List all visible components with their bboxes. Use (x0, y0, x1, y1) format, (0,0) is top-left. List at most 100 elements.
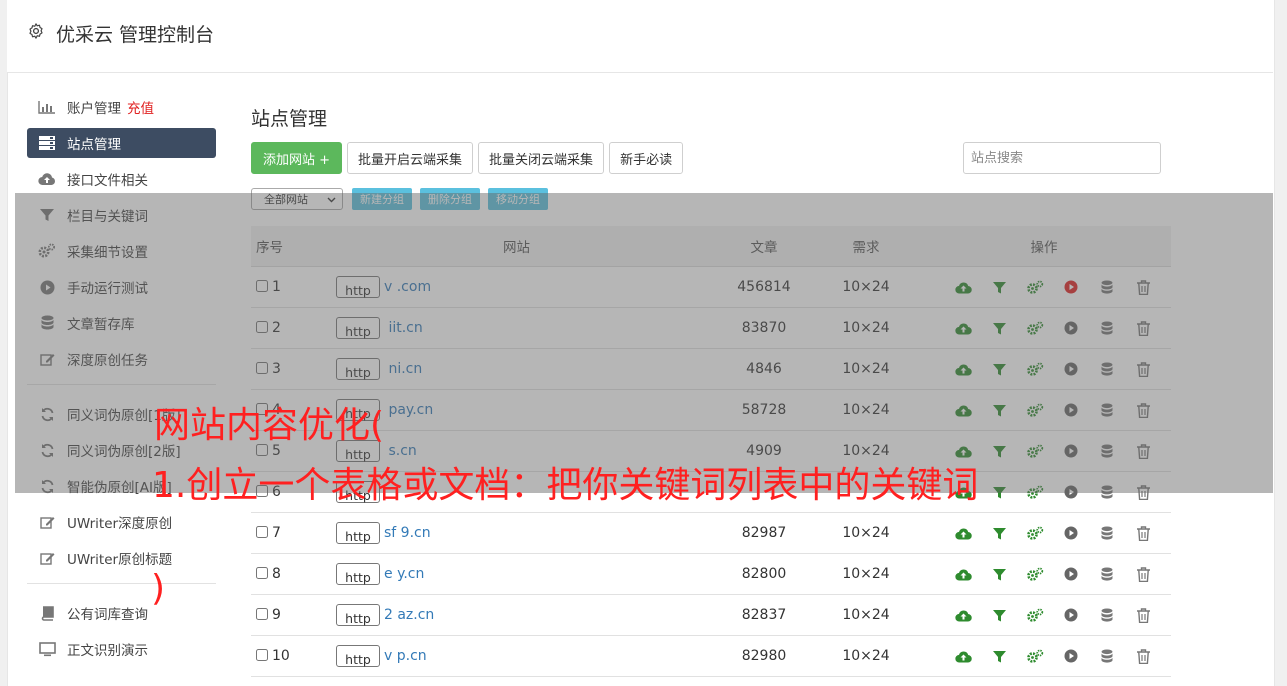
run-icon[interactable] (1062, 565, 1080, 583)
article-count[interactable]: 82987 (713, 512, 815, 554)
http-badge[interactable]: http (336, 645, 380, 667)
cogs-icon[interactable] (1026, 606, 1044, 624)
sidebar-item-collection-settings[interactable]: 采集细节设置 (27, 236, 216, 266)
row-checkbox[interactable] (256, 321, 268, 333)
sidebar-item-article-store[interactable]: 文章暂存库 (27, 308, 216, 338)
cloud-upload-icon[interactable] (954, 401, 972, 419)
cogs-icon[interactable] (1026, 483, 1044, 501)
http-badge[interactable]: http (336, 604, 380, 626)
demand-value[interactable]: 10×24 (815, 266, 917, 308)
cogs-icon[interactable] (1026, 401, 1044, 419)
http-badge[interactable]: http (336, 563, 380, 585)
database-icon[interactable] (1098, 401, 1116, 419)
trash-icon[interactable] (1134, 524, 1152, 542)
trash-icon[interactable] (1134, 442, 1152, 460)
sidebar-item-keywords[interactable]: 栏目与关键词 (27, 200, 216, 230)
database-icon[interactable] (1098, 565, 1116, 583)
cogs-icon[interactable] (1026, 647, 1044, 665)
filter-icon[interactable] (990, 401, 1008, 419)
trash-icon[interactable] (1134, 401, 1152, 419)
filter-icon[interactable] (990, 606, 1008, 624)
cogs-icon[interactable] (1026, 360, 1044, 378)
sidebar-item-deep-original[interactable]: 深度原创任务 (27, 344, 216, 374)
trash-icon[interactable] (1134, 565, 1152, 583)
database-icon[interactable] (1098, 319, 1116, 337)
cloud-upload-icon[interactable] (954, 319, 972, 337)
site-link[interactable]: ni.cn (384, 361, 422, 377)
group-select[interactable]: 全部网站 (251, 188, 343, 210)
site-link[interactable]: pay.cn (384, 402, 433, 418)
http-badge[interactable]: http (336, 317, 380, 339)
http-badge[interactable]: http (336, 358, 380, 380)
row-checkbox[interactable] (256, 526, 268, 538)
article-count[interactable]: 83870 (713, 307, 815, 349)
article-count[interactable]: 82800 (713, 553, 815, 595)
filter-icon[interactable] (990, 278, 1008, 296)
cloud-upload-icon[interactable] (954, 278, 972, 296)
demand-value[interactable]: 10×24 (815, 512, 917, 554)
site-link[interactable]: v .com (384, 279, 431, 295)
filter-icon[interactable] (990, 483, 1008, 501)
article-count[interactable]: 82837 (713, 594, 815, 636)
site-link[interactable]: e y.cn (384, 566, 424, 582)
database-icon[interactable] (1098, 524, 1116, 542)
sidebar-item-uwriter-deep[interactable]: UWriter深度原创 (27, 507, 216, 537)
row-checkbox[interactable] (256, 280, 268, 292)
batch-close-cloud-button[interactable]: 批量关闭云端采集 (478, 142, 605, 174)
sidebar-item-site-management[interactable]: 站点管理 (27, 128, 216, 158)
filter-icon[interactable] (990, 442, 1008, 460)
run-icon[interactable] (1062, 606, 1080, 624)
article-count[interactable]: 4846 (713, 348, 815, 390)
article-count[interactable]: 82980 (713, 635, 815, 677)
database-icon[interactable] (1098, 483, 1116, 501)
filter-icon[interactable] (990, 524, 1008, 542)
cloud-upload-icon[interactable] (954, 606, 972, 624)
database-icon[interactable] (1098, 647, 1116, 665)
run-icon[interactable] (1062, 401, 1080, 419)
trash-icon[interactable] (1134, 606, 1152, 624)
run-icon[interactable] (1062, 319, 1080, 337)
row-checkbox[interactable] (256, 649, 268, 661)
filter-icon[interactable] (990, 360, 1008, 378)
cogs-icon[interactable] (1026, 278, 1044, 296)
cloud-upload-icon[interactable] (954, 360, 972, 378)
site-search-input[interactable] (963, 142, 1161, 174)
demand-value[interactable]: 10×24 (815, 307, 917, 349)
database-icon[interactable] (1098, 442, 1116, 460)
site-link[interactable]: v p.cn (384, 648, 427, 664)
new-group-button[interactable]: 新建分组 (352, 188, 412, 210)
site-link[interactable]: 2 az.cn (384, 607, 434, 623)
cogs-icon[interactable] (1026, 565, 1044, 583)
trash-icon[interactable] (1134, 647, 1152, 665)
sidebar-item-account[interactable]: 账户管理 充值 (27, 92, 216, 122)
database-icon[interactable] (1098, 360, 1116, 378)
recharge-link[interactable]: 充值 (127, 97, 154, 117)
row-checkbox[interactable] (256, 362, 268, 374)
trash-icon[interactable] (1134, 483, 1152, 501)
demand-value[interactable]: 10×24 (815, 635, 917, 677)
site-link[interactable]: iit.cn (384, 320, 422, 336)
sidebar-item-interface-files[interactable]: 接口文件相关 (27, 164, 216, 194)
row-checkbox[interactable] (256, 608, 268, 620)
article-count[interactable]: 58728 (713, 389, 815, 431)
cogs-icon[interactable] (1026, 442, 1044, 460)
cloud-upload-icon[interactable] (954, 647, 972, 665)
batch-open-cloud-button[interactable]: 批量开启云端采集 (347, 142, 474, 174)
http-badge[interactable]: http (336, 276, 380, 298)
sidebar-item-text-recognition[interactable]: 正文识别演示 (27, 634, 216, 664)
demand-value[interactable]: 10×24 (815, 594, 917, 636)
add-site-button[interactable]: 添加网站 + (251, 142, 343, 174)
cloud-upload-icon[interactable] (954, 524, 972, 542)
http-badge[interactable]: http (336, 522, 380, 544)
run-icon[interactable] (1062, 483, 1080, 501)
site-link[interactable]: sf 9.cn (384, 525, 431, 541)
article-count[interactable]: 456814 (713, 266, 815, 308)
trash-icon[interactable] (1134, 319, 1152, 337)
run-icon[interactable] (1062, 278, 1080, 296)
cogs-icon[interactable] (1026, 319, 1044, 337)
trash-icon[interactable] (1134, 278, 1152, 296)
filter-icon[interactable] (990, 647, 1008, 665)
run-icon[interactable] (1062, 442, 1080, 460)
beginner-guide-button[interactable]: 新手必读 (609, 142, 684, 174)
filter-icon[interactable] (990, 319, 1008, 337)
